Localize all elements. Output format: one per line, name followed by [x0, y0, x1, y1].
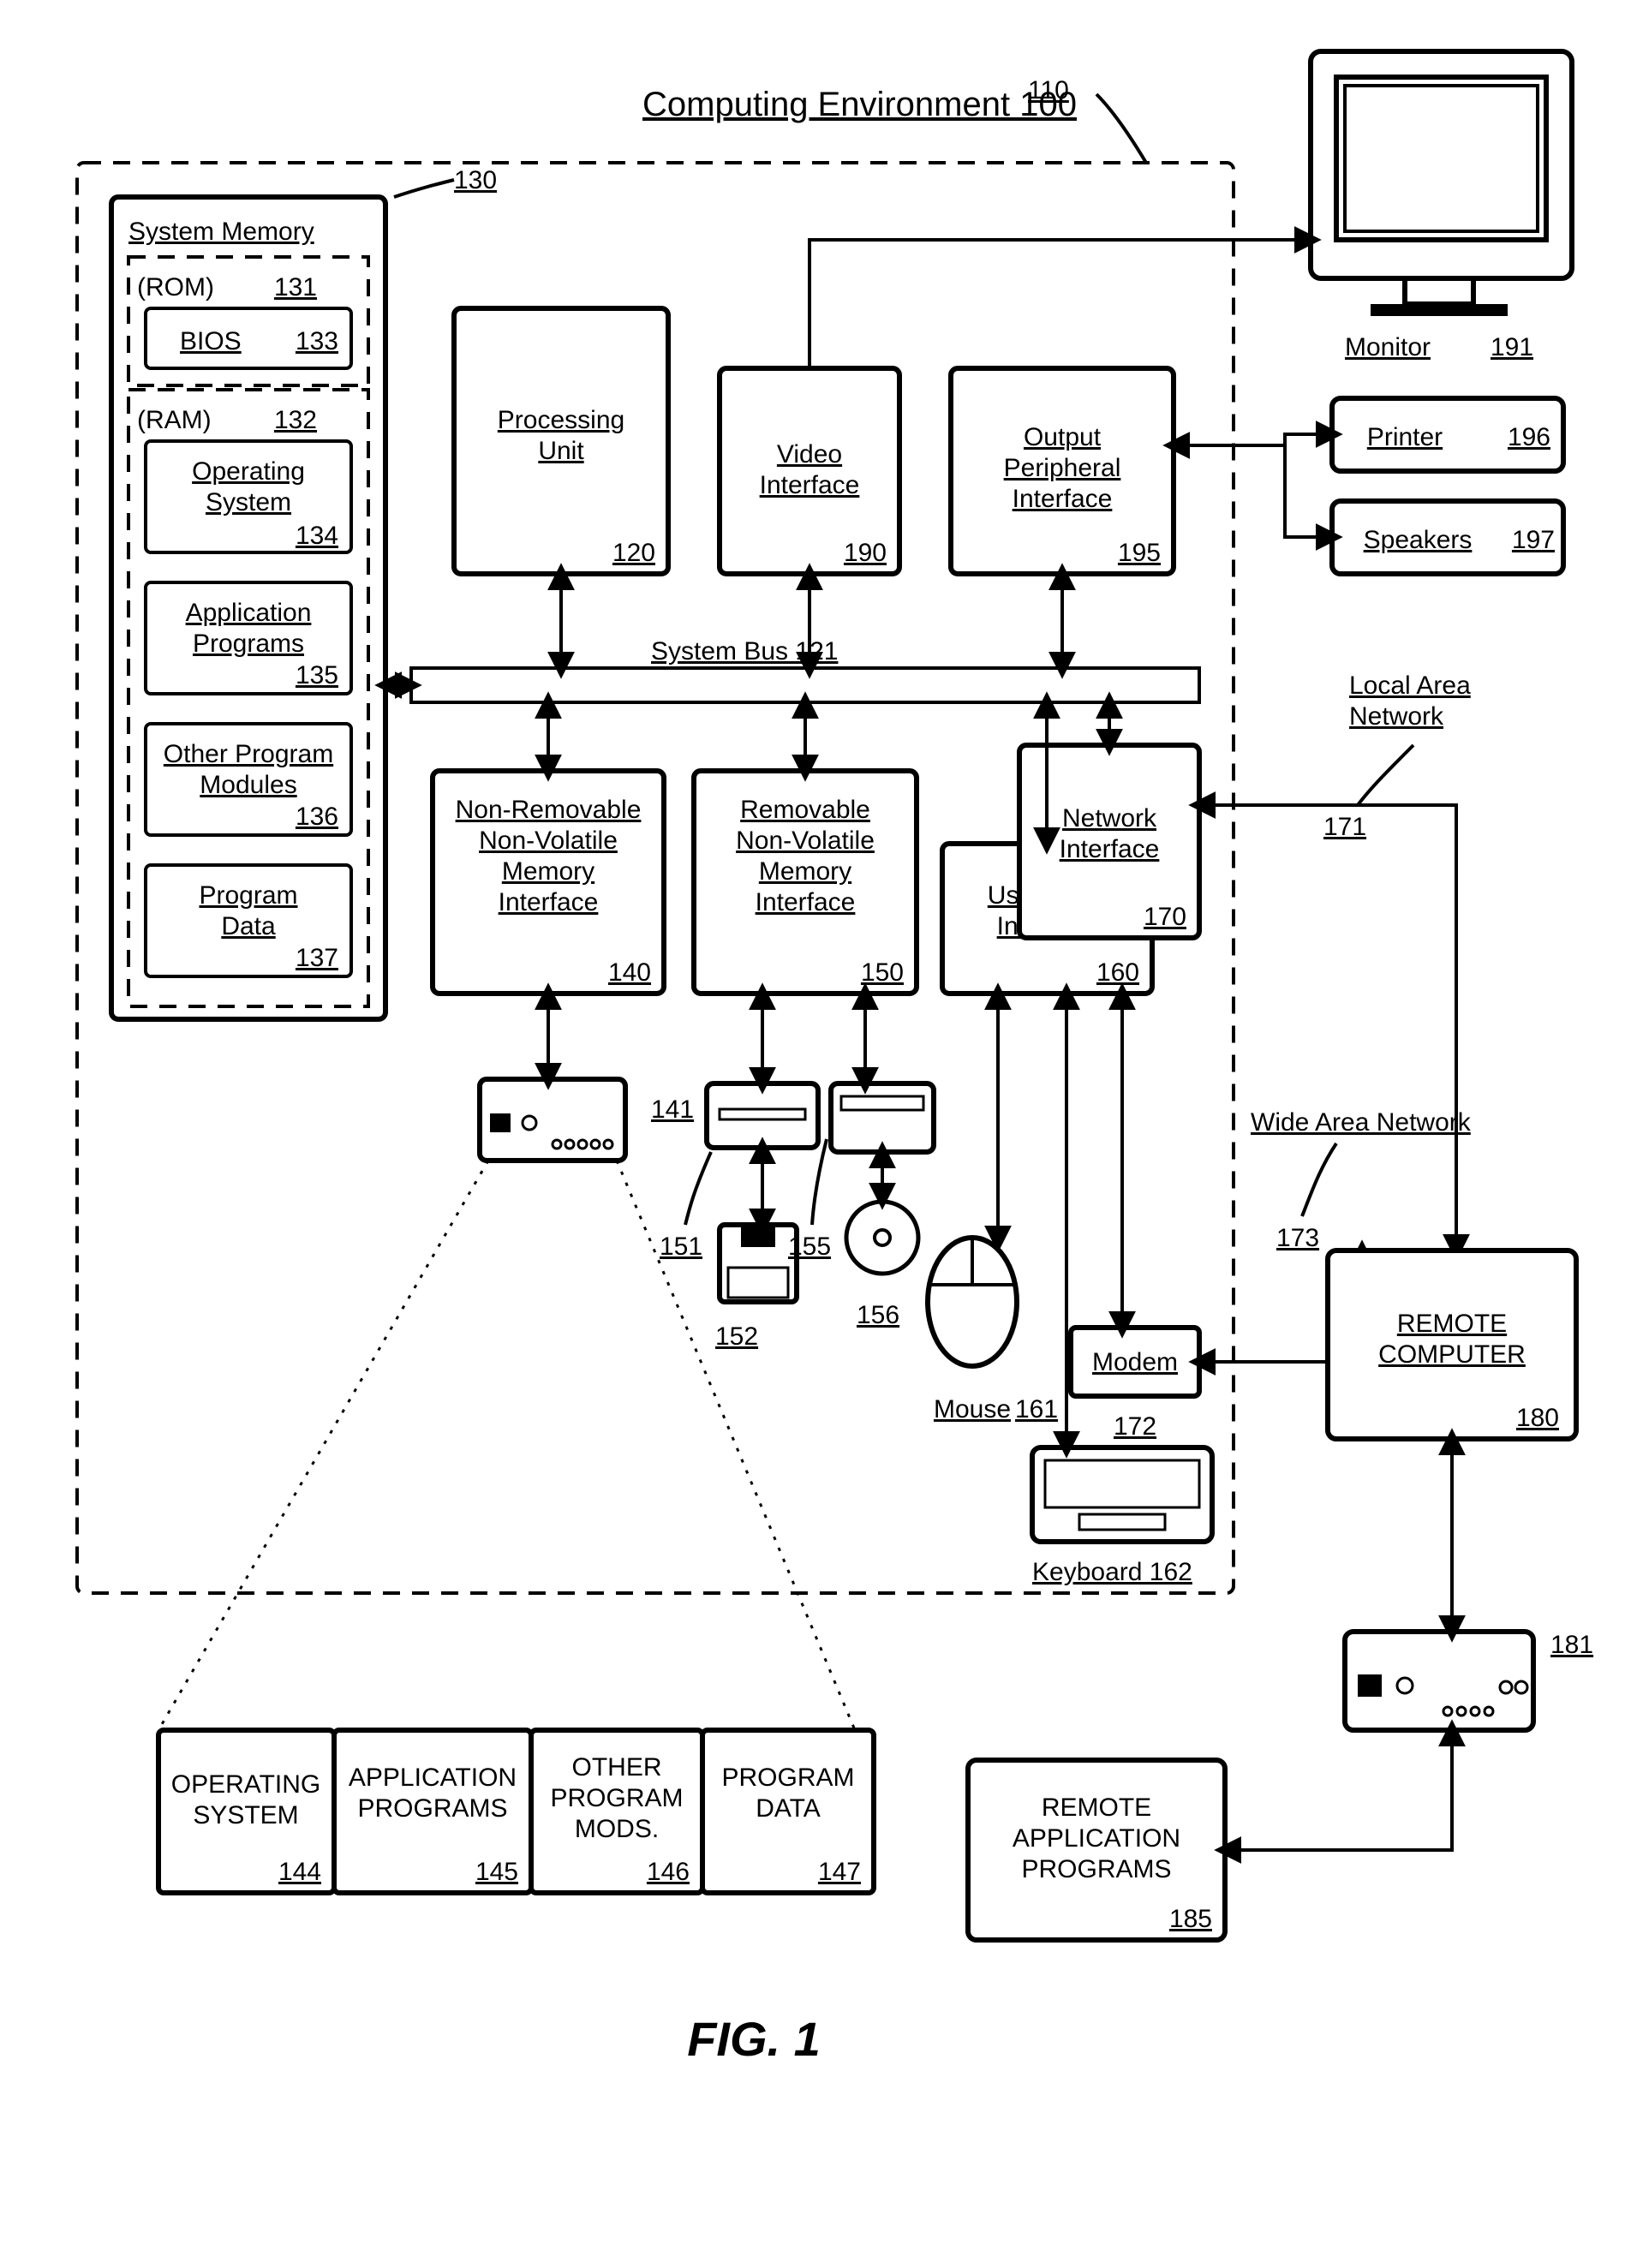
lan-label: Local AreaNetwork — [1349, 671, 1471, 731]
system-memory-title: System Memory — [128, 218, 314, 246]
video-ref: 190 — [844, 539, 887, 567]
lan-ref: 171 — [1323, 813, 1366, 841]
storage-data-ref: 147 — [818, 1858, 861, 1886]
mouse-label: Mouse — [934, 1395, 1011, 1423]
rom-ref: 131 — [274, 273, 317, 301]
storage-apps-block: APPLICATIONPROGRAMS 145 — [334, 1730, 531, 1893]
modem-label: Modem — [1092, 1348, 1178, 1376]
env-ref: 110 — [1028, 76, 1069, 104]
floppy-drive-ref: 151 — [660, 1232, 702, 1261]
outp-ref: 195 — [1118, 539, 1161, 567]
keyboard-icon — [1032, 1447, 1212, 1542]
ram-ref: 132 — [274, 406, 317, 434]
monitor-label: Monitor — [1345, 333, 1431, 361]
storage-os-ref: 144 — [278, 1858, 321, 1886]
keyboard-label: Keyboard 162 — [1032, 1558, 1192, 1586]
bios-ref: 133 — [296, 327, 338, 355]
modem-ref: 172 — [1114, 1412, 1156, 1441]
mods-ref: 136 — [296, 803, 338, 831]
hdd-icon — [480, 1079, 625, 1161]
wan-label: Wide Area Network — [1251, 1108, 1472, 1137]
speakers-label: Speakers — [1364, 526, 1473, 554]
speakers-ref: 197 — [1512, 526, 1555, 554]
remote-pc-ref: 180 — [1516, 1404, 1559, 1432]
wan-ref: 173 — [1276, 1224, 1319, 1252]
pu-ref: 120 — [612, 539, 655, 567]
storage-mods-ref: 146 — [647, 1858, 690, 1886]
cd-drive-icon — [831, 1083, 934, 1152]
mouse-icon — [928, 1238, 1017, 1366]
page-title: Computing Environment 100 — [642, 86, 1077, 123]
cd-ref: 156 — [857, 1301, 899, 1329]
hdd-ref: 141 — [651, 1095, 694, 1124]
floppy-ref: 152 — [715, 1322, 758, 1351]
storage-apps-ref: 145 — [475, 1858, 518, 1886]
system-bus — [411, 668, 1199, 702]
sysmem-ref: 130 — [454, 166, 497, 194]
cd-drive-ref: 155 — [788, 1232, 831, 1261]
bios-label: BIOS — [180, 327, 242, 355]
ram-label: (RAM) — [137, 406, 212, 434]
storage-mods-block: OTHERPROGRAMMODS. 146 — [531, 1730, 702, 1893]
rem-ref: 150 — [861, 958, 904, 987]
printer-ref: 196 — [1508, 423, 1550, 451]
remote-hdd-ref: 181 — [1550, 1631, 1593, 1659]
os-ref: 134 — [296, 522, 338, 550]
remote-hdd-icon — [1345, 1632, 1533, 1730]
printer-label: Printer — [1367, 423, 1443, 451]
floppy-drive-icon — [707, 1083, 818, 1148]
remote-apps-ref: 185 — [1169, 1905, 1212, 1933]
figure-label: FIG. 1 — [687, 2012, 821, 2066]
monitor-icon — [1311, 51, 1572, 316]
cd-icon — [846, 1202, 918, 1274]
progdata-ref: 137 — [296, 944, 338, 972]
storage-data-block: PROGRAMDATA 147 — [702, 1730, 874, 1893]
net-ref: 170 — [1144, 903, 1186, 931]
rom-label: (ROM) — [137, 273, 214, 301]
nrem-ref: 140 — [608, 958, 651, 987]
monitor-ref: 191 — [1491, 333, 1533, 361]
apps-ref: 135 — [296, 661, 338, 689]
floppy-icon — [720, 1225, 797, 1302]
storage-os-block: OPERATINGSYSTEM 144 — [158, 1730, 334, 1893]
mouse-ref: 161 — [1015, 1395, 1058, 1423]
diagram-root: Computing Environment 100 110 System Mem… — [0, 0, 1625, 2268]
uin-ref: 160 — [1096, 958, 1139, 987]
